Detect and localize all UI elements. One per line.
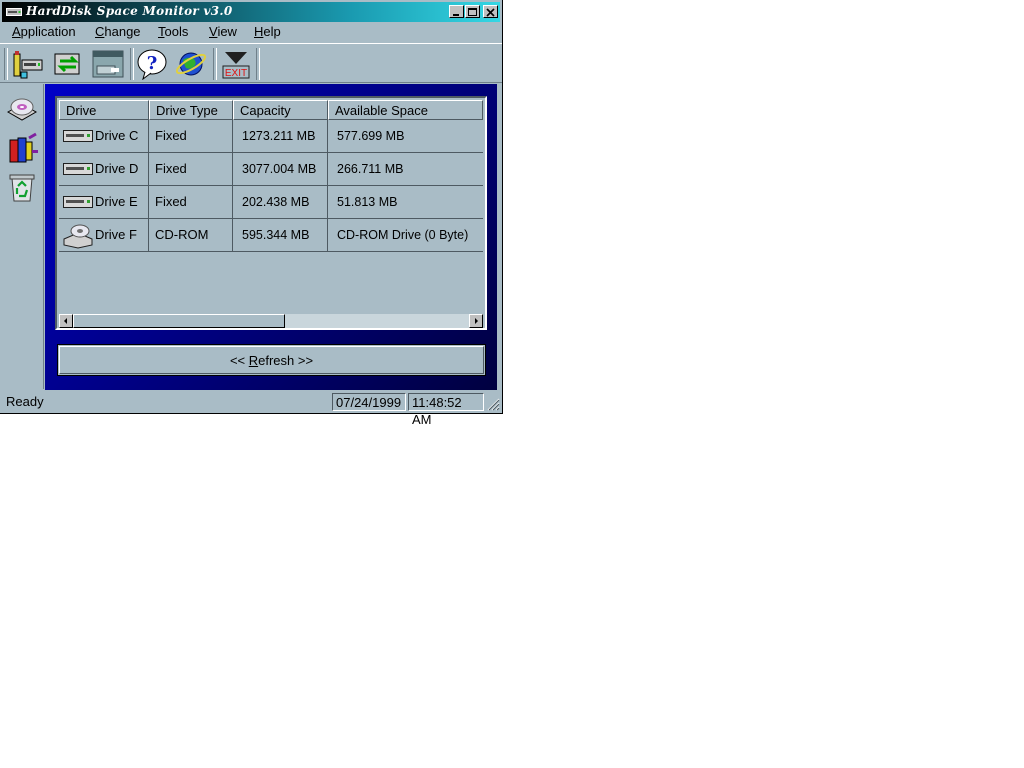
- refresh-drives-button[interactable]: [51, 48, 85, 80]
- web-globe-icon: [175, 52, 207, 76]
- status-date: 07/24/1999: [332, 393, 406, 411]
- menu-application[interactable]: Application: [12, 24, 76, 39]
- menu-change[interactable]: Change: [95, 24, 141, 39]
- title-bar[interactable]: HardDisk Space Monitor v3.0: [2, 2, 500, 22]
- app-window: HardDisk Space Monitor v3.0 Application …: [0, 0, 503, 427]
- column-header-drive[interactable]: Drive: [59, 100, 149, 120]
- menu-view[interactable]: View: [209, 24, 237, 39]
- drive-type: Fixed: [149, 153, 233, 185]
- refresh-button[interactable]: << Refresh >>: [57, 344, 486, 376]
- drive-available: 577.699 MB: [337, 129, 405, 143]
- drive-name: Drive C: [59, 120, 149, 152]
- menu-bar: Application Change Tools View Help: [0, 22, 502, 42]
- cd-drive-icon: [6, 98, 38, 121]
- svg-text:?: ?: [147, 53, 158, 74]
- minimize-icon: [453, 14, 459, 16]
- help-icon: ?: [137, 49, 167, 81]
- web-button[interactable]: [174, 48, 208, 80]
- drive-info-icon: [13, 51, 43, 79]
- close-icon: [486, 8, 495, 17]
- horizontal-scrollbar[interactable]: [59, 314, 483, 328]
- drive-available: 51.813 MB: [337, 195, 398, 209]
- column-header-available-space[interactable]: Available Space: [328, 100, 483, 120]
- exit-icon: EXIT: [222, 52, 250, 79]
- toolbar-separator: [130, 48, 134, 80]
- recycle-bin-icon: [9, 174, 35, 202]
- scroll-right-button[interactable]: [469, 314, 483, 328]
- drive-type: CD-ROM: [149, 219, 233, 251]
- table-row[interactable]: Drive E Fixed 202.438 MB 51.813 MB: [59, 186, 483, 219]
- column-header-capacity[interactable]: Capacity: [233, 100, 328, 120]
- table-row[interactable]: Drive D Fixed 3077.004 MB 266.711 MB: [59, 153, 483, 186]
- window-title: HardDisk Space Monitor v3.0: [26, 4, 233, 18]
- drive-capacity: 3077.004 MB: [233, 153, 328, 185]
- drive-type: Fixed: [149, 120, 233, 152]
- drive-info-button[interactable]: [11, 48, 45, 80]
- arrow-left-icon: [64, 318, 67, 324]
- drive-list[interactable]: Drive Drive Type Capacity Available Spac…: [55, 96, 487, 330]
- exit-label: EXIT: [225, 68, 247, 79]
- close-button[interactable]: [483, 5, 498, 18]
- drive-name: Drive E: [59, 186, 149, 218]
- status-text: Ready: [6, 394, 44, 409]
- scroll-left-button[interactable]: [59, 314, 73, 328]
- drive-name: Drive F: [59, 219, 149, 251]
- resize-grip-icon[interactable]: [486, 397, 500, 411]
- toolbar-separator: [213, 48, 217, 80]
- drive-type: Fixed: [149, 186, 233, 218]
- drive-name: Drive D: [59, 153, 149, 185]
- column-header-drive-type[interactable]: Drive Type: [149, 100, 233, 120]
- toolbar: ? EXIT: [0, 43, 502, 83]
- maximize-icon: [468, 8, 477, 16]
- drive-capacity: 1273.211 MB: [233, 120, 328, 152]
- drive-capacity: 595.344 MB: [233, 219, 328, 251]
- sidebar: [0, 84, 44, 389]
- arrow-right-icon: [475, 318, 478, 324]
- toolbar-separator: [4, 48, 8, 80]
- maximize-button[interactable]: [465, 5, 480, 18]
- refresh-drives-icon: [54, 53, 80, 75]
- status-bar: Ready 07/24/1999 11:48:52 AM: [0, 391, 502, 427]
- menu-help[interactable]: Help: [254, 24, 281, 39]
- recycle-bin-button[interactable]: [5, 170, 39, 204]
- window-view-button[interactable]: [91, 48, 125, 80]
- minimize-button[interactable]: [449, 5, 464, 18]
- hard-drive-icon: [6, 8, 22, 16]
- status-time: 11:48:52 AM: [408, 393, 484, 427]
- drive-available: CD-ROM Drive (0 Byte): [337, 228, 469, 242]
- programs-icon: [9, 132, 38, 163]
- cd-drive-button[interactable]: [5, 92, 39, 126]
- table-row[interactable]: Drive C Fixed 1273.211 MB 577.699 MB: [59, 120, 483, 153]
- help-button[interactable]: ?: [135, 48, 169, 81]
- window-view-icon: [92, 50, 124, 78]
- drive-capacity: 202.438 MB: [233, 186, 328, 218]
- programs-button[interactable]: [5, 132, 39, 166]
- exit-button[interactable]: EXIT: [219, 48, 253, 80]
- drive-available: 266.711 MB: [337, 162, 404, 176]
- scrollbar-thumb[interactable]: [73, 314, 285, 328]
- toolbar-separator: [256, 48, 260, 80]
- menu-tools[interactable]: Tools: [158, 24, 188, 39]
- table-row[interactable]: Drive F CD-ROM 595.344 MB CD-ROM Drive (…: [59, 219, 483, 252]
